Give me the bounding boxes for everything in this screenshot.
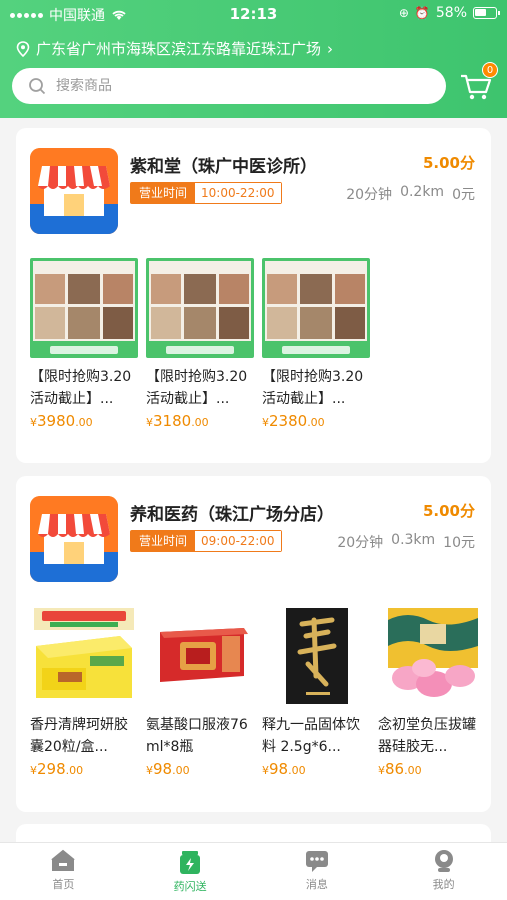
- delivery-fee: 10元: [443, 535, 475, 551]
- tab-label: 药闪送: [173, 880, 207, 893]
- business-hours-tag: 营业时间 10:00-22:00: [130, 182, 282, 204]
- delivery-info: 20分钟 0.3km 10元: [337, 532, 475, 552]
- tab-label: 我的: [432, 878, 455, 891]
- business-hours-value: 10:00-22:00: [195, 183, 281, 203]
- tab-home[interactable]: 首页: [0, 843, 127, 900]
- delivery-time: 20分钟: [346, 187, 393, 203]
- product-item[interactable]: 香丹清牌珂妍胶囊20粒/盒... ¥298.00: [30, 606, 138, 778]
- store-card[interactable]: 紫和堂（珠广中医诊所） 5.00分 营业时间 10:00-22:00 20分钟 …: [16, 128, 491, 463]
- product-image[interactable]: [378, 606, 486, 706]
- product-image[interactable]: [146, 606, 254, 706]
- location-text: 广东省广州市海珠区滨江东路靠近珠江广场: [36, 40, 322, 58]
- product-price: ¥3980.00: [30, 412, 93, 430]
- header-bar: 中国联通 12:13 ⊕ ⏰ 58% 广东省广州市海珠区滨江东路靠近珠江广场 ›…: [0, 0, 507, 118]
- product-name: 【限时抢购3.20活动截止】...: [262, 369, 364, 407]
- store-rating: 5.00分: [422, 502, 475, 520]
- store-logo: [30, 148, 118, 234]
- product-list: 香丹清牌珂妍胶囊20粒/盒... ¥298.00 氨基酸口服液76ml*8瓶 ¥…: [30, 606, 486, 778]
- product-name: 香丹清牌珂妍胶囊20粒/盒...: [30, 717, 128, 755]
- status-bar: 中国联通 12:13 ⊕ ⏰ 58%: [0, 0, 507, 30]
- cart-count-badge: 0: [482, 62, 498, 78]
- product-item[interactable]: 【限时抢购3.20活动截止】... ¥2380.00: [262, 258, 370, 430]
- business-hours-value: 09:00-22:00: [195, 531, 281, 551]
- product-name: 释九一品固体饮料 2.5g*6...: [262, 717, 360, 755]
- product-price: ¥298.00: [30, 760, 84, 778]
- product-image[interactable]: [30, 606, 138, 706]
- tab-label: 消息: [305, 878, 328, 891]
- message-icon: [305, 851, 328, 872]
- delivery-fee: 0元: [452, 187, 475, 203]
- store-logo: [30, 496, 118, 582]
- product-name: 念初堂负压拔罐器硅胶无...: [378, 717, 476, 755]
- orientation-lock-icon: ⊕: [398, 6, 409, 20]
- alarm-icon: ⏰: [414, 6, 430, 20]
- product-item[interactable]: 【限时抢购3.20活动截止】... ¥3180.00: [146, 258, 254, 430]
- tab-profile[interactable]: 我的: [380, 843, 507, 900]
- location-selector[interactable]: 广东省广州市海珠区滨江东路靠近珠江广场 ›: [16, 38, 333, 59]
- battery-icon: [473, 7, 500, 19]
- tab-label: 首页: [52, 878, 75, 891]
- product-item[interactable]: 【限时抢购3.20活动截止】... ¥3980.00: [30, 258, 138, 430]
- product-image[interactable]: [30, 258, 138, 358]
- product-name: 【限时抢购3.20活动截止】...: [30, 369, 132, 407]
- distance: 0.2km: [400, 184, 445, 200]
- tab-medicine-delivery[interactable]: 药闪送: [127, 843, 254, 900]
- bottom-tab-bar: 首页 药闪送 消息 我的: [0, 842, 507, 900]
- product-price: ¥2380.00: [262, 412, 325, 430]
- business-hours-tag: 营业时间 09:00-22:00: [130, 530, 282, 552]
- store-name[interactable]: 养和医药（珠江广场分店）: [130, 500, 334, 525]
- business-hours-label: 营业时间: [131, 183, 196, 203]
- product-name: 【限时抢购3.20活动截止】...: [146, 369, 248, 407]
- product-item[interactable]: 释九一品固体饮料 2.5g*6... ¥98.00: [262, 606, 370, 778]
- store-name[interactable]: 紫和堂（珠广中医诊所）: [130, 152, 317, 177]
- distance: 0.3km: [391, 532, 436, 548]
- product-list: 【限时抢购3.20活动截止】... ¥3980.00 【限时抢购3.20活动截止…: [30, 258, 370, 430]
- product-price: ¥3180.00: [146, 412, 209, 430]
- medicine-bag-icon: [180, 851, 201, 874]
- battery-percent: 58%: [435, 5, 467, 21]
- search-bar[interactable]: [12, 68, 446, 104]
- product-price: ¥98.00: [262, 760, 306, 778]
- chevron-right-icon: ›: [327, 39, 334, 58]
- product-image[interactable]: [146, 258, 254, 358]
- tab-messages[interactable]: 消息: [254, 843, 381, 900]
- product-price: ¥86.00: [378, 760, 422, 778]
- store-rating: 5.00分: [422, 154, 475, 172]
- product-item[interactable]: 氨基酸口服液76ml*8瓶 ¥98.00: [146, 606, 254, 778]
- cart-button[interactable]: 0: [458, 62, 498, 104]
- search-input[interactable]: [56, 78, 416, 94]
- search-icon: [29, 78, 46, 95]
- product-image[interactable]: [262, 258, 370, 358]
- profile-icon: [434, 850, 453, 872]
- location-pin-icon: [16, 40, 30, 57]
- delivery-time: 20分钟: [337, 535, 384, 551]
- business-hours-label: 营业时间: [131, 531, 196, 551]
- delivery-info: 20分钟 0.2km 0元: [346, 184, 475, 204]
- home-icon: [51, 849, 76, 871]
- product-image[interactable]: [262, 606, 370, 706]
- product-price: ¥98.00: [146, 760, 190, 778]
- product-item[interactable]: 念初堂负压拔罐器硅胶无... ¥86.00: [378, 606, 486, 778]
- product-name: 氨基酸口服液76ml*8瓶: [146, 717, 248, 755]
- store-card[interactable]: 养和医药（珠江广场分店） 5.00分 营业时间 09:00-22:00 20分钟…: [16, 476, 491, 812]
